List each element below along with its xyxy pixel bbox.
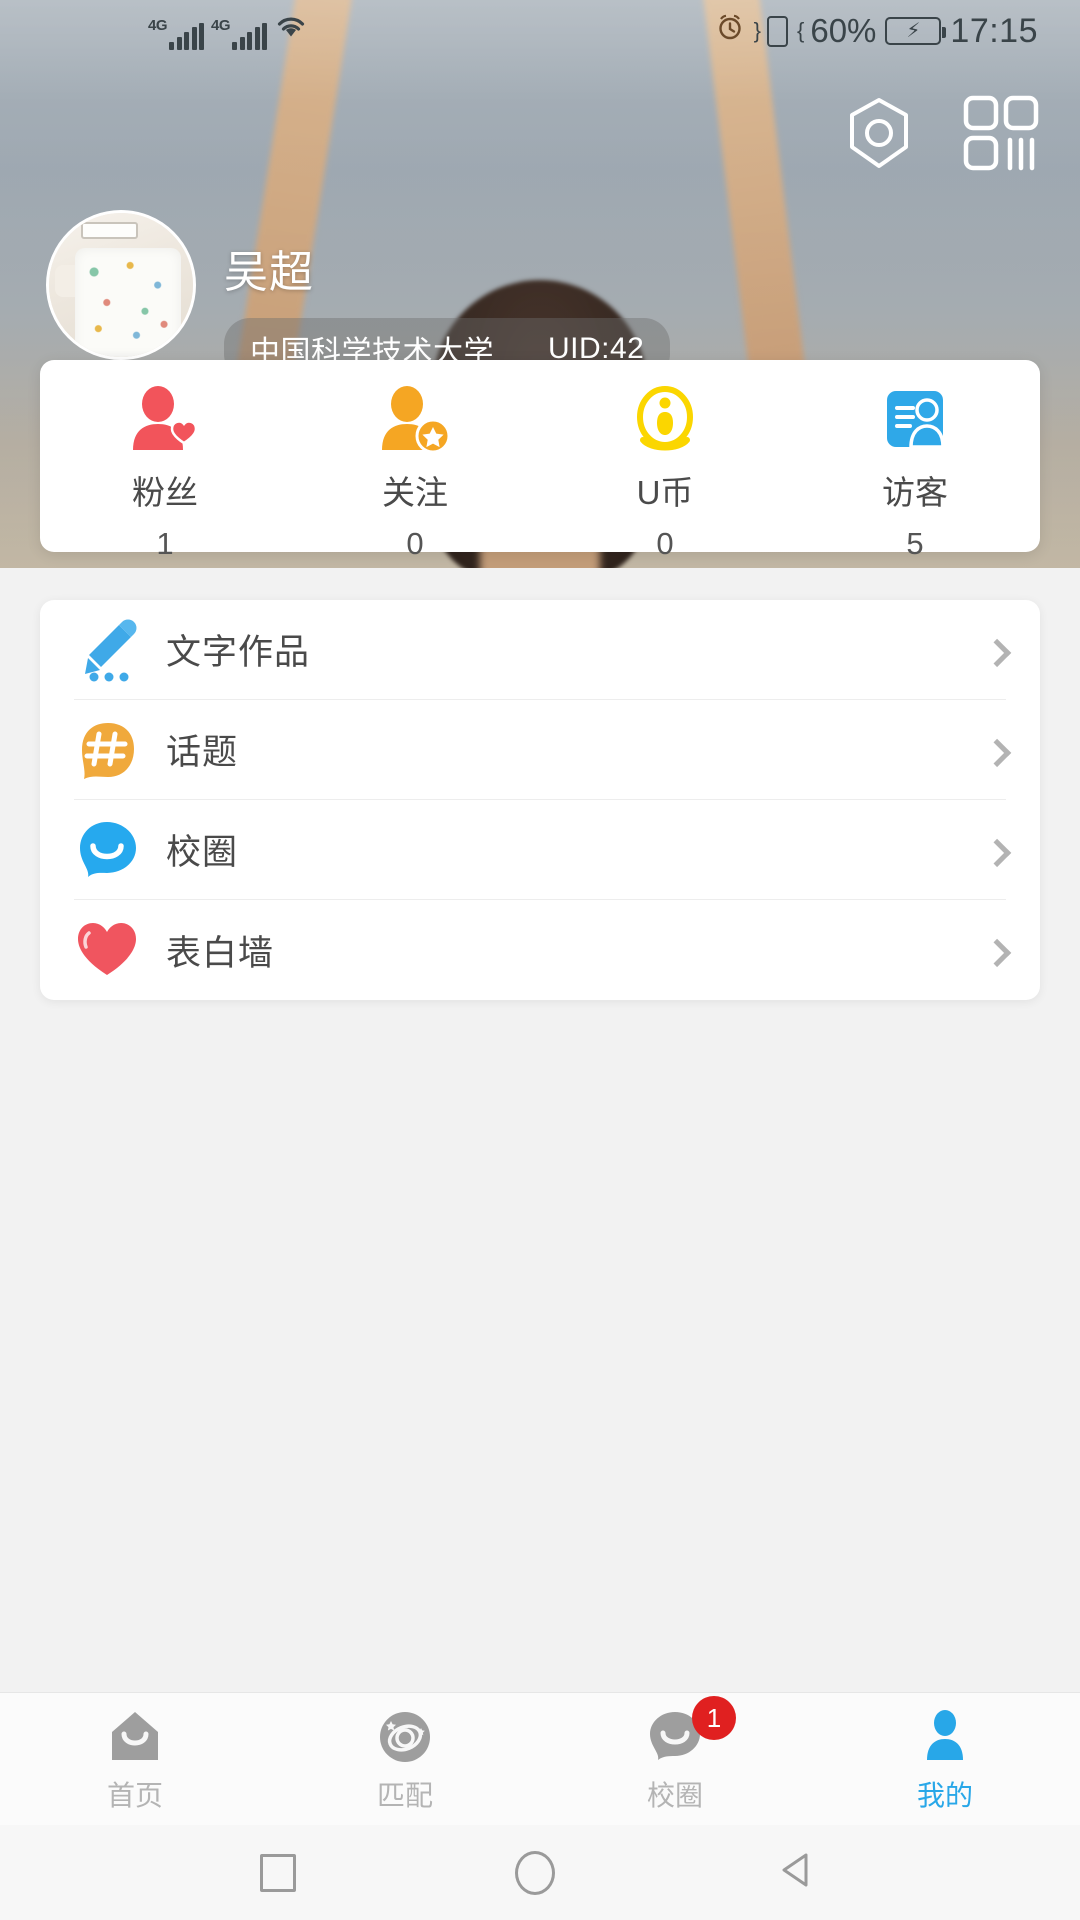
menu-item-label: 话题: [166, 733, 239, 772]
visitor-card-icon: [875, 384, 955, 456]
chevron-right-icon: [982, 838, 1012, 867]
stat-value: 0: [406, 526, 424, 561]
alarm-clock-icon: [715, 12, 745, 50]
chevron-right-icon: [982, 938, 1012, 968]
nav-item-home[interactable]: 首页: [0, 1704, 270, 1814]
nav-item-label: 我的: [916, 1780, 973, 1811]
avatar-pattern: [74, 247, 182, 357]
campus-bubble-icon: 1: [646, 1696, 736, 1770]
vibrate-right-wave-icon: {: [796, 18, 805, 43]
hashtag-icon: [74, 717, 166, 783]
chevron-right-icon: [982, 738, 1012, 767]
smile-bubble-icon: [74, 817, 166, 883]
match-planet-icon: [376, 1704, 434, 1770]
menu-item-confession-wall[interactable]: 表白墙: [74, 900, 1012, 1000]
nav-item-profile[interactable]: 我的: [810, 1704, 1080, 1814]
menu-item-label: 校圈: [166, 833, 239, 872]
sim2-bars-icon: [232, 23, 268, 50]
vibrate-icon: [766, 15, 788, 47]
sim1-bars-icon: [169, 23, 205, 50]
nav-item-label: 匹配: [376, 1780, 433, 1811]
menu-card: 文字作品 话题 校圈 表白墙: [40, 600, 1040, 1000]
stat-value: 5: [906, 526, 924, 561]
sim2-network-label: 4G: [211, 17, 231, 34]
ucoin-icon: [625, 384, 705, 456]
stat-label: U币: [636, 474, 694, 511]
cover-action-buttons: [838, 92, 1042, 179]
bottom-navigation-bar: 首页 匹配 1 校圈 我的: [0, 1692, 1080, 1825]
nav-item-match[interactable]: 匹配: [270, 1704, 540, 1814]
home-icon: [106, 1704, 164, 1770]
status-bar-right: } { 60% ⚡ 17:15: [715, 12, 1038, 51]
stat-value: 0: [656, 526, 674, 561]
profile-header: 吴超 中国科学技术大学 UID:42: [46, 210, 671, 380]
sim2-signal: 4G: [211, 17, 268, 50]
following-person-star-icon: [375, 384, 455, 456]
nav-item-campus[interactable]: 1 校圈: [540, 1696, 810, 1814]
wifi-icon: [274, 12, 308, 48]
stat-following[interactable]: 关注 0: [290, 384, 540, 562]
sim1-network-label: 4G: [148, 17, 168, 34]
heart-icon: [74, 917, 166, 983]
stat-value: 1: [156, 526, 174, 561]
nav-badge: 1: [692, 1696, 736, 1740]
sim1-signal: 4G: [148, 17, 205, 50]
avatar[interactable]: [46, 210, 196, 360]
qr-grid-icon[interactable]: [960, 92, 1042, 179]
pencil-icon: [74, 617, 166, 683]
stat-label: 访客: [882, 474, 948, 511]
avatar-headboard: [80, 221, 139, 239]
triangle-back-icon[interactable]: [774, 1847, 820, 1898]
nav-item-label: 校圈: [646, 1780, 703, 1811]
battery-charging-icon: ⚡: [885, 17, 947, 45]
menu-item-text-works[interactable]: 文字作品: [74, 600, 1012, 700]
status-bar: 4G 4G } { 60% ⚡ 17:15: [0, 0, 1080, 62]
stat-label: 关注: [382, 474, 448, 511]
fans-person-heart-icon: [125, 384, 205, 456]
stat-visitors[interactable]: 访客 5: [790, 384, 1040, 562]
chevron-right-icon: [982, 638, 1012, 667]
square-recents-icon[interactable]: [259, 1853, 296, 1892]
circle-home-icon[interactable]: [514, 1850, 555, 1895]
menu-item-campus-circle[interactable]: 校圈: [74, 800, 1012, 900]
stat-label: 粉丝: [132, 474, 198, 511]
menu-item-topic[interactable]: 话题: [74, 700, 1012, 800]
status-bar-left: 4G 4G: [148, 12, 308, 50]
menu-item-label: 文字作品: [166, 633, 311, 672]
profile-meta: 吴超 中国科学技术大学 UID:42: [224, 210, 671, 380]
battery-percent-label: 60%: [810, 12, 877, 49]
stats-card: 粉丝 1 关注 0 U币 0 访客 5: [40, 360, 1040, 561]
android-navigation-bar: [0, 1825, 1080, 1920]
nav-item-label: 首页: [106, 1780, 163, 1811]
clock-label: 17:15: [950, 11, 1038, 50]
stat-ucoin[interactable]: U币 0: [540, 384, 790, 562]
menu-item-label: 表白墙: [166, 933, 275, 973]
vibrate-left-wave-icon: }: [753, 18, 762, 43]
user-name: 吴超: [224, 248, 314, 297]
stat-fans[interactable]: 粉丝 1: [40, 384, 290, 562]
hexagon-scan-icon[interactable]: [838, 92, 920, 179]
profile-person-icon: [916, 1704, 974, 1770]
